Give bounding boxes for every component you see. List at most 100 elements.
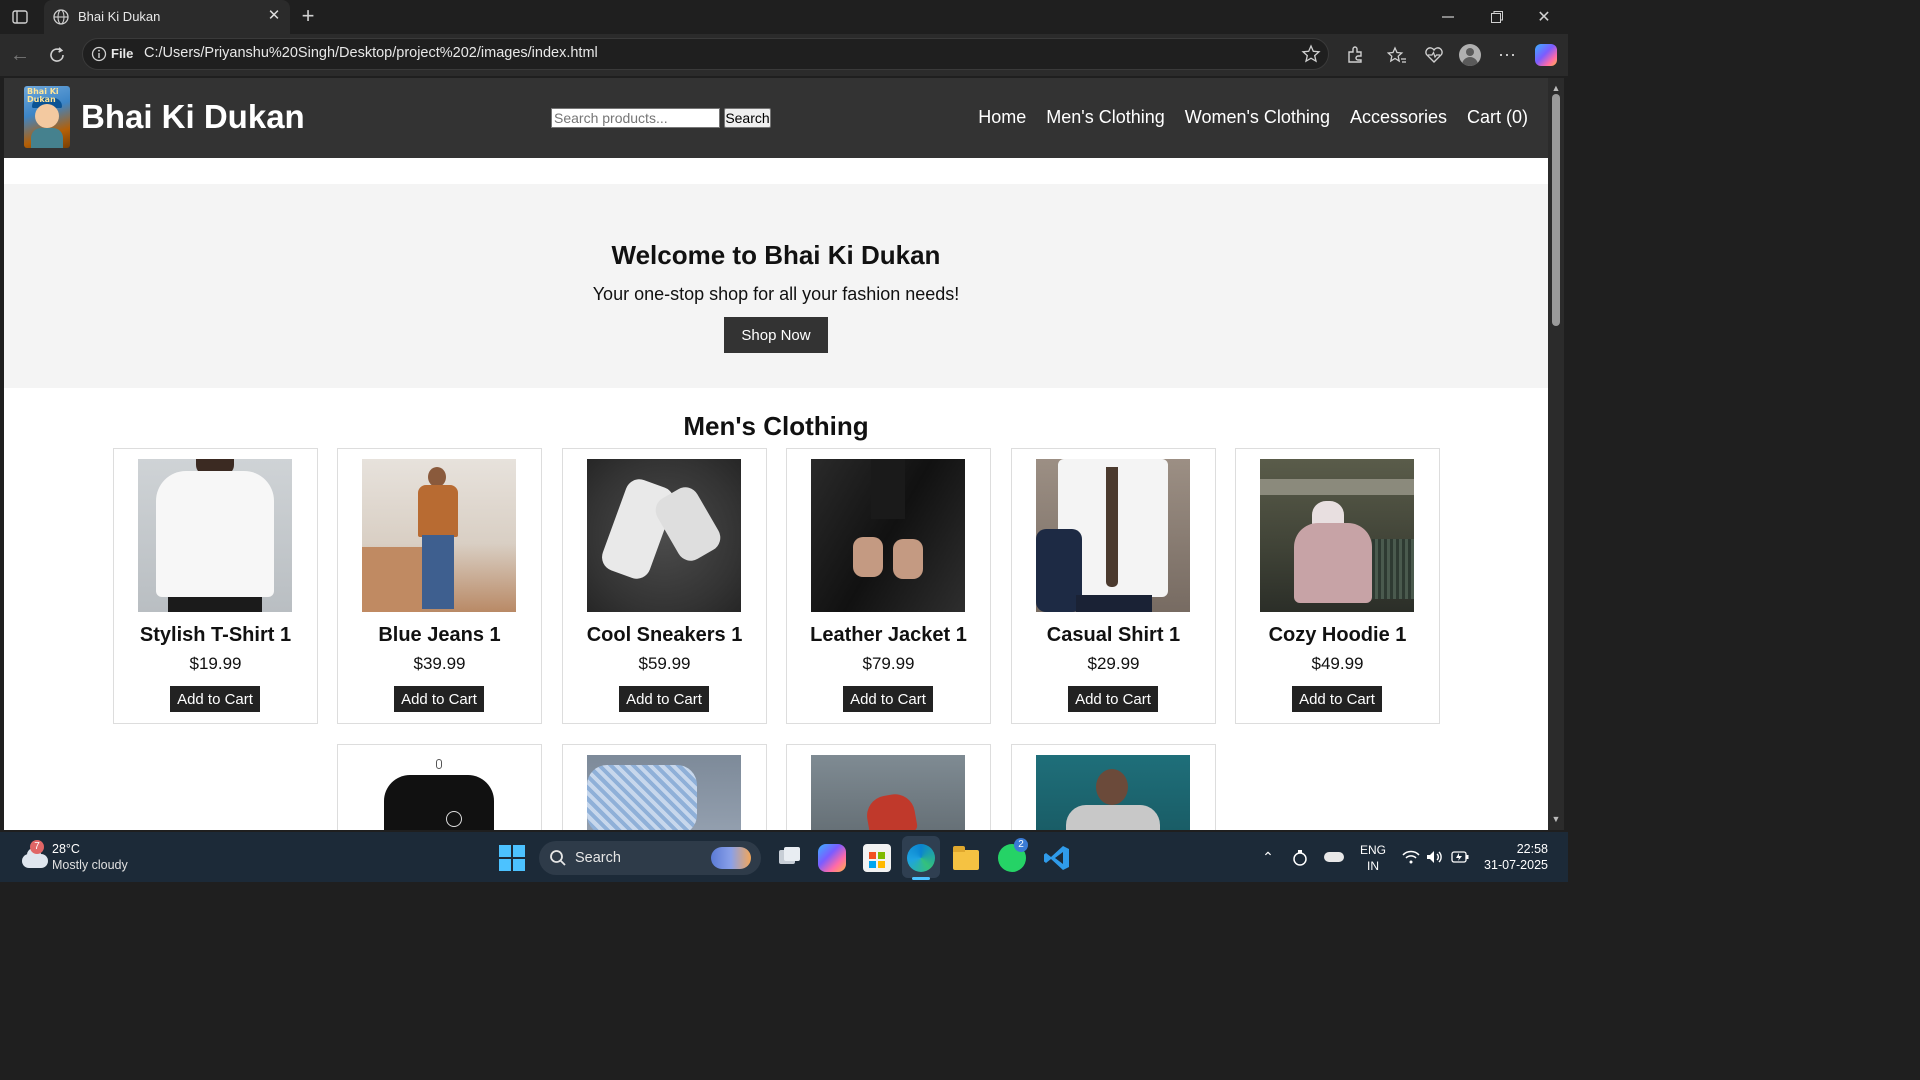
site-logo[interactable]: Bhai Ki Dukan (24, 86, 70, 148)
product-search-input[interactable] (551, 108, 720, 128)
vscode-icon[interactable] (1043, 844, 1071, 872)
close-tab-icon[interactable]: ✕ (266, 8, 282, 24)
nav-home[interactable]: Home (978, 107, 1026, 128)
browser-tab[interactable]: Bhai Ki Dukan ✕ (44, 0, 290, 34)
close-window-icon[interactable]: ✕ (1534, 8, 1554, 26)
add-to-cart-button[interactable]: Add to Cart (619, 686, 709, 712)
copilot-icon[interactable] (1535, 44, 1557, 66)
add-to-cart-button[interactable]: Add to Cart (1292, 686, 1382, 712)
microsoft-store-icon[interactable] (863, 844, 891, 872)
tab-actions-icon[interactable] (10, 8, 30, 26)
product-price: $39.99 (413, 654, 466, 673)
info-icon[interactable] (91, 46, 107, 62)
page-viewport[interactable]: Bhai Ki Dukan Bhai Ki Dukan Search Home … (4, 78, 1548, 830)
taskbar: 7 28°C Mostly cloudy Search 2 ⌃ ENG IN 2… (0, 832, 1568, 882)
product-card (562, 744, 767, 830)
product-image-jeans[interactable] (362, 459, 516, 612)
product-card: Leather Jacket 1 $79.99 Add to Cart (786, 448, 991, 724)
scroll-up-icon[interactable]: ▲ (1551, 83, 1561, 93)
product-name: Cool Sneakers 1 (586, 624, 743, 646)
copilot-taskbar-icon[interactable] (818, 844, 846, 872)
battery-icon[interactable] (1450, 848, 1470, 866)
clock-date[interactable]: 31-07-2025 (1480, 858, 1548, 872)
windows-start-icon[interactable] (499, 845, 525, 871)
taskbar-search[interactable]: Search (539, 841, 761, 875)
nav-cart[interactable]: Cart (0) (1467, 107, 1528, 128)
nav-mens-clothing[interactable]: Men's Clothing (1046, 107, 1165, 128)
clock-time[interactable]: 22:58 (1490, 842, 1548, 856)
product-card (786, 744, 991, 830)
extensions-icon[interactable] (1344, 45, 1366, 65)
search-button[interactable]: Search (724, 108, 771, 128)
add-to-cart-button[interactable]: Add to Cart (394, 686, 484, 712)
product-image-casual-shirt[interactable] (1036, 459, 1190, 612)
back-icon[interactable]: ← (10, 44, 30, 66)
sync-status-icon[interactable] (1290, 848, 1310, 868)
nav-accessories[interactable]: Accessories (1350, 107, 1447, 128)
logo-shirt-shape (31, 128, 63, 148)
refresh-icon[interactable] (47, 45, 67, 65)
scrollbar-thumb[interactable] (1552, 94, 1560, 326)
product-card: Cozy Hoodie 1 $49.99 Add to Cart (1235, 448, 1440, 724)
product-price: $29.99 (1087, 654, 1140, 673)
wifi-icon[interactable] (1401, 848, 1421, 866)
add-to-cart-button[interactable]: Add to Cart (1068, 686, 1158, 712)
product-card: Casual Shirt 1 $29.99 Add to Cart (1011, 448, 1216, 724)
globe-icon (53, 9, 69, 25)
task-view-icon[interactable] (775, 844, 803, 872)
favorites-icon[interactable] (1386, 45, 1408, 65)
main-nav: Home Men's Clothing Women's Clothing Acc… (978, 107, 1528, 128)
tab-title: Bhai Ki Dukan (78, 9, 161, 24)
product-card: Stylish T-Shirt 1 $19.99 Add to Cart (113, 448, 318, 724)
product-card (1011, 744, 1216, 830)
taskbar-search-label: Search (575, 850, 621, 866)
onedrive-icon[interactable] (1324, 852, 1344, 862)
language-code: ENG (1359, 843, 1386, 857)
product-image-sport-shoes[interactable] (811, 755, 965, 830)
weather-cloud-icon[interactable]: 7 (18, 840, 48, 870)
product-image-hoodie[interactable] (1260, 459, 1414, 612)
product-name: Casual Shirt 1 (1046, 624, 1181, 646)
browser-toolbar: ← File C:/Users/Priyanshu%20Singh/Deskto… (0, 34, 1568, 76)
hero-banner: Welcome to Bhai Ki Dukan Your one-stop s… (4, 184, 1548, 388)
file-explorer-icon[interactable] (952, 844, 980, 872)
product-image-denim[interactable] (587, 755, 741, 830)
browser-titlebar: Bhai Ki Dukan ✕ + ✕ (0, 0, 1568, 34)
product-price: $49.99 (1311, 654, 1364, 673)
url-text[interactable]: C:/Users/Priyanshu%20Singh/Desktop/proje… (144, 45, 598, 61)
product-image-tshirt[interactable] (138, 459, 292, 612)
whatsapp-badge: 2 (1014, 838, 1028, 852)
search-highlight-icon (711, 847, 751, 869)
weather-description: Mostly cloudy (52, 858, 128, 872)
site-header: Bhai Ki Dukan Bhai Ki Dukan Search Home … (4, 78, 1548, 158)
profile-avatar-icon[interactable] (1459, 44, 1481, 66)
product-name: Cozy Hoodie 1 (1268, 624, 1407, 646)
product-image-denim-jacket[interactable] (1036, 755, 1190, 830)
favorite-star-icon[interactable] (1301, 44, 1321, 64)
new-tab-icon[interactable]: + (298, 3, 318, 28)
shop-now-button[interactable]: Shop Now (724, 317, 828, 353)
weather-temperature: 28°C (52, 842, 80, 856)
product-image-leather-jacket[interactable] (811, 459, 965, 612)
minimize-icon[interactable] (1438, 8, 1458, 26)
nav-womens-clothing[interactable]: Women's Clothing (1185, 107, 1330, 128)
hero-heading: Welcome to Bhai Ki Dukan (611, 240, 941, 270)
volume-icon[interactable] (1425, 848, 1445, 866)
edge-active-indicator (912, 877, 930, 880)
more-options-icon[interactable]: ⋯ (1496, 45, 1518, 65)
add-to-cart-button[interactable]: Add to Cart (843, 686, 933, 712)
show-hidden-icons-icon[interactable]: ⌃ (1258, 848, 1278, 866)
restore-icon[interactable] (1487, 8, 1507, 26)
language-indicator[interactable]: ENG IN (1356, 842, 1390, 874)
product-image-black-tshirt[interactable] (362, 755, 516, 830)
edge-browser-icon[interactable] (907, 844, 935, 872)
scroll-down-icon[interactable]: ▼ (1551, 814, 1561, 824)
page-scrollbar[interactable]: ▲ ▼ (1548, 78, 1564, 830)
product-price: $79.99 (862, 654, 915, 673)
add-to-cart-button[interactable]: Add to Cart (170, 686, 260, 712)
browser-essentials-icon[interactable] (1423, 45, 1445, 65)
address-bar[interactable]: File C:/Users/Priyanshu%20Singh/Desktop/… (82, 38, 1329, 70)
product-name: Stylish T-Shirt 1 (139, 624, 292, 646)
product-image-sneakers[interactable] (587, 459, 741, 612)
whatsapp-icon[interactable]: 2 (998, 838, 1028, 872)
